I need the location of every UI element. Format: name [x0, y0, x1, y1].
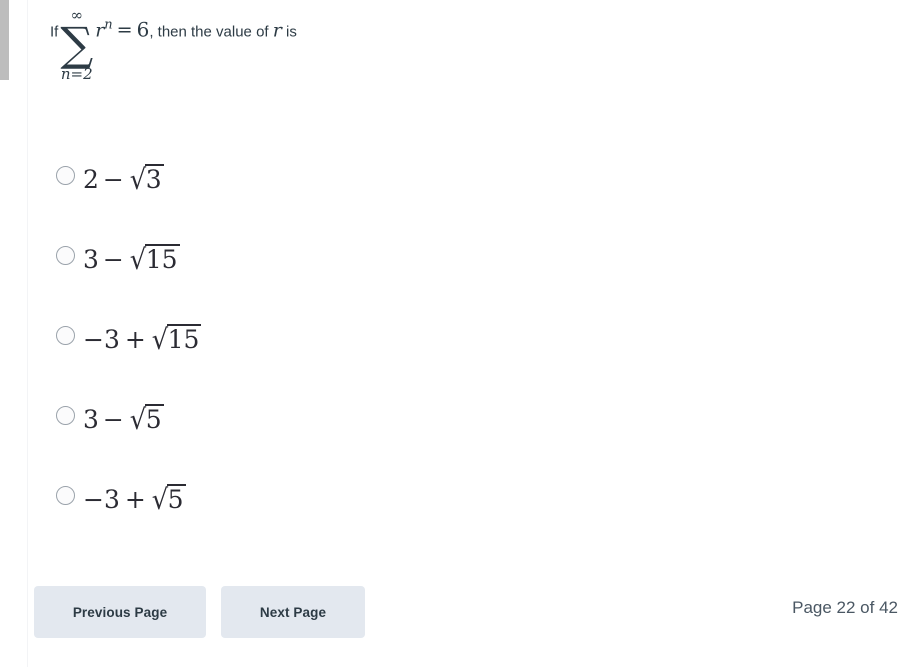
option-a-operator: − — [102, 165, 124, 194]
option-e-radicand: 5 — [166, 481, 186, 519]
option-a-lead: 2 — [83, 165, 99, 194]
stem-trailing-text: then the value of — [157, 23, 269, 41]
summation-operator: ∞ ∑ n=2 — [60, 8, 93, 85]
option-d-operator: − — [102, 405, 124, 434]
summation-lower-limit: n=2 — [60, 64, 93, 83]
stem-trailing-tail: is — [286, 23, 297, 41]
stem-trailing-variable: r — [272, 19, 282, 42]
option-b-radicand: 15 — [144, 241, 180, 279]
option-c-radicand: 15 — [166, 321, 202, 359]
previous-page-button[interactable]: Previous Page — [34, 586, 206, 638]
option-a-radicand: 3 — [144, 161, 164, 199]
vertical-scrollbar-thumb[interactable] — [0, 0, 9, 80]
option-e-radical: √5 — [151, 480, 186, 519]
vertical-scrollbar-track[interactable] — [0, 0, 9, 667]
option-c-radical: √15 — [151, 320, 202, 359]
option-d-radical: √5 — [129, 400, 164, 439]
option-e-operator: + — [124, 485, 146, 514]
next-page-button[interactable]: Next Page — [221, 586, 365, 638]
answer-options-list: 2− √3 3− √15 −3 + √15 3− √5 −3 + √5 — [56, 160, 756, 560]
page-indicator: Page 22 of 42 — [792, 598, 898, 617]
radio-button-c[interactable] — [56, 326, 75, 345]
quiz-content-area: If ∞ ∑ n=2 rn = 6, then the value of r is 2− √3… — [28, 0, 920, 667]
quiz-footer: Previous Page Next Page Page 22 of 42 — [28, 586, 920, 638]
answer-option-e-label: −3 + √5 — [83, 480, 186, 519]
stem-comma: , — [149, 23, 154, 41]
option-e-lead: −3 — [83, 485, 120, 514]
radio-button-a[interactable] — [56, 166, 75, 185]
answer-option-a[interactable]: 2− √3 — [56, 160, 756, 240]
answer-option-b[interactable]: 3− √15 — [56, 240, 756, 320]
radical-sign-icon: √ — [151, 483, 168, 516]
radical-sign-icon: √ — [129, 403, 146, 436]
term-base: r — [95, 19, 105, 42]
question-lead-text: If — [50, 23, 59, 41]
radical-sign-icon: √ — [129, 243, 146, 276]
option-a-radical: √3 — [129, 160, 164, 199]
answer-option-c[interactable]: −3 + √15 — [56, 320, 756, 400]
radio-button-e[interactable] — [56, 486, 75, 505]
option-c-lead: −3 — [83, 325, 120, 354]
sigma-icon: ∑ — [60, 17, 94, 71]
answer-option-c-label: −3 + √15 — [83, 320, 202, 359]
sum-value: 6 — [136, 17, 150, 42]
term-exponent: n — [104, 17, 113, 33]
option-b-lead: 3 — [83, 245, 99, 274]
answer-option-d[interactable]: 3− √5 — [56, 400, 756, 480]
answer-option-a-label: 2− √3 — [83, 160, 164, 199]
radio-button-b[interactable] — [56, 246, 75, 265]
equals-sign: = — [116, 19, 133, 42]
radio-button-d[interactable] — [56, 406, 75, 425]
answer-option-e[interactable]: −3 + √5 — [56, 480, 756, 560]
answer-option-d-label: 3− √5 — [83, 400, 164, 439]
radical-sign-icon: √ — [129, 163, 146, 196]
option-b-radical: √15 — [129, 240, 180, 279]
question-stem: If ∞ ∑ n=2 rn = 6, then the value of r is — [50, 8, 297, 85]
option-d-lead: 3 — [83, 405, 99, 434]
radical-sign-icon: √ — [151, 323, 168, 356]
option-c-operator: + — [124, 325, 146, 354]
option-b-operator: − — [102, 245, 124, 274]
answer-option-b-label: 3− √15 — [83, 240, 180, 279]
option-d-radicand: 5 — [144, 401, 164, 439]
